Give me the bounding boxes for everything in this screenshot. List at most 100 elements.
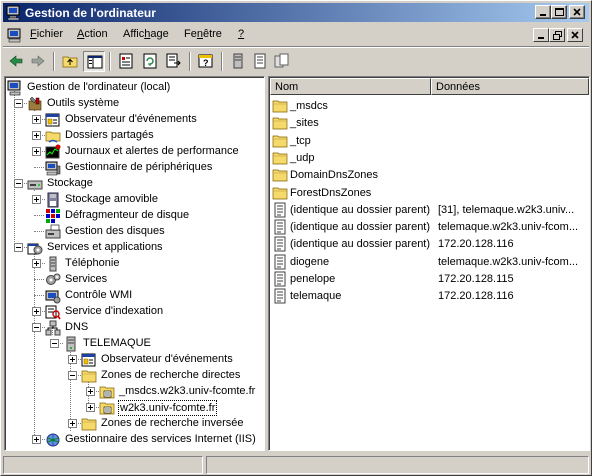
child-close-button[interactable]: [567, 28, 583, 42]
expand-button[interactable]: [68, 419, 77, 428]
tree-node-label: Zones de recherche inversée: [101, 417, 244, 429]
new-delegation-button[interactable]: [271, 51, 293, 72]
list-item-name: ForestDnsZones: [290, 186, 372, 199]
shared-folder-icon: [45, 128, 61, 144]
close-button[interactable]: [569, 5, 585, 19]
collapse-button[interactable]: [14, 243, 23, 252]
expand-button[interactable]: [86, 387, 95, 396]
folder-icon: [81, 368, 97, 384]
help-button[interactable]: ?: [195, 51, 217, 72]
tree-node-label: Services: [65, 273, 108, 285]
tree-node-label: Gestionnaire de périphériques: [65, 161, 213, 173]
child-minimize-button[interactable]: [533, 28, 549, 42]
details-list-pane[interactable]: Nom Données _msdcs _sites _tcp _udp DomainDn…: [268, 76, 590, 451]
expand-button[interactable]: [86, 403, 95, 412]
collapse-button[interactable]: [68, 371, 77, 380]
collapse-button[interactable]: [50, 339, 59, 348]
collapse-button[interactable]: [14, 179, 23, 188]
services-apps-icon: [27, 240, 43, 256]
console-tree-pane[interactable]: Gestion de l'ordinateur (local) Outils sy…: [4, 76, 265, 451]
menu-fenetre[interactable]: Fenêtre: [184, 28, 222, 40]
list-item[interactable]: _udp: [272, 150, 588, 167]
toolbar-separator: [53, 52, 55, 71]
expand-button[interactable]: [32, 131, 41, 140]
wmi-icon: [45, 288, 61, 304]
list-item[interactable]: diogene telemaque.w2k3.univ-fcom...: [272, 254, 588, 271]
folder-icon: [272, 133, 288, 149]
defrag-icon: [45, 208, 61, 224]
document-icon: [254, 53, 266, 69]
expand-button[interactable]: [32, 115, 41, 124]
tree-node-label: Stockage amovible: [65, 193, 158, 205]
tree-node-label: Services et applications: [47, 241, 163, 253]
tree-node-label: DNS: [65, 321, 89, 333]
expand-button[interactable]: [32, 307, 41, 316]
new-domain-button[interactable]: [249, 51, 271, 72]
export-icon: [166, 53, 181, 68]
list-item-name: _tcp: [290, 134, 311, 147]
list-item[interactable]: DomainDnsZones: [272, 167, 588, 184]
maximize-button[interactable]: [551, 5, 567, 19]
list-item[interactable]: _sites: [272, 115, 588, 132]
list-item-name: _udp: [290, 151, 315, 164]
list-item-name: (identique au dossier parent): [290, 203, 431, 216]
up-one-level-button[interactable]: [59, 51, 81, 72]
telephony-icon: [45, 256, 61, 272]
tree-node-label: Stockage: [47, 177, 93, 189]
server-icon: [233, 53, 243, 69]
list-item[interactable]: _msdcs: [272, 98, 588, 115]
menu-affichage[interactable]: Affichage: [123, 28, 169, 40]
mmc-console-icon[interactable]: [7, 27, 23, 43]
tree-node-label: Observateur d'événements: [101, 353, 233, 365]
folder-icon: [272, 167, 288, 183]
list-item[interactable]: _tcp: [272, 133, 588, 150]
arrow-right-icon: [31, 55, 45, 67]
list-item[interactable]: ForestDnsZones: [272, 185, 588, 202]
tree-node-label: Zones de recherche directes: [101, 369, 241, 381]
menu-action[interactable]: Action: [77, 28, 108, 40]
performance-icon: [45, 144, 61, 160]
record-icon: [272, 254, 288, 270]
tree-connector: [34, 279, 44, 280]
tree-node-label: Dossiers partagés: [65, 129, 154, 141]
list-item[interactable]: penelope 172.20.128.115: [272, 271, 588, 288]
tree-connector: [14, 87, 15, 242]
tree-node-label: Service d'indexation: [65, 305, 164, 317]
iis-icon: [45, 432, 61, 448]
collapse-button[interactable]: [32, 323, 41, 332]
list-item[interactable]: (identique au dossier parent) [31], telem…: [272, 202, 588, 219]
menu-help[interactable]: ?: [238, 28, 244, 40]
properties-button[interactable]: [115, 51, 137, 72]
expand-button[interactable]: [32, 259, 41, 268]
tools-icon: [27, 96, 43, 112]
copy-icon: [274, 53, 289, 68]
event-viewer-icon: [81, 352, 97, 368]
title-bar[interactable]: Gestion de l'ordinateur: [3, 3, 589, 22]
refresh-button[interactable]: [139, 51, 161, 72]
child-restore-button[interactable]: [549, 28, 565, 42]
collapse-button[interactable]: [14, 99, 23, 108]
dns-icon: [45, 320, 61, 336]
list-item[interactable]: telemaque 172.20.128.116: [272, 288, 588, 305]
toolbar-separator: [109, 52, 111, 71]
minimize-icon: [538, 37, 544, 39]
expand-button[interactable]: [32, 147, 41, 156]
new-record-button[interactable]: [227, 51, 249, 72]
list-item[interactable]: (identique au dossier parent) 172.20.128.…: [272, 236, 588, 253]
expand-button[interactable]: [32, 195, 41, 204]
back-button[interactable]: [5, 51, 27, 72]
expand-button[interactable]: [32, 435, 41, 444]
column-header-name[interactable]: Nom: [270, 78, 431, 95]
show-hide-tree-button[interactable]: [83, 51, 105, 72]
toolbar-separator: [189, 52, 191, 71]
export-list-button[interactable]: [163, 51, 185, 72]
zone-icon: [99, 384, 115, 400]
zone-icon: [99, 400, 115, 416]
menu-fichier[interactable]: Fichier: [30, 28, 63, 40]
column-header-data[interactable]: Données: [431, 78, 589, 95]
forward-button[interactable]: [27, 51, 49, 72]
toolbar: ?: [3, 48, 589, 74]
expand-button[interactable]: [68, 355, 77, 364]
list-item[interactable]: (identique au dossier parent) telemaque.w…: [272, 219, 588, 236]
minimize-button[interactable]: [535, 5, 551, 19]
